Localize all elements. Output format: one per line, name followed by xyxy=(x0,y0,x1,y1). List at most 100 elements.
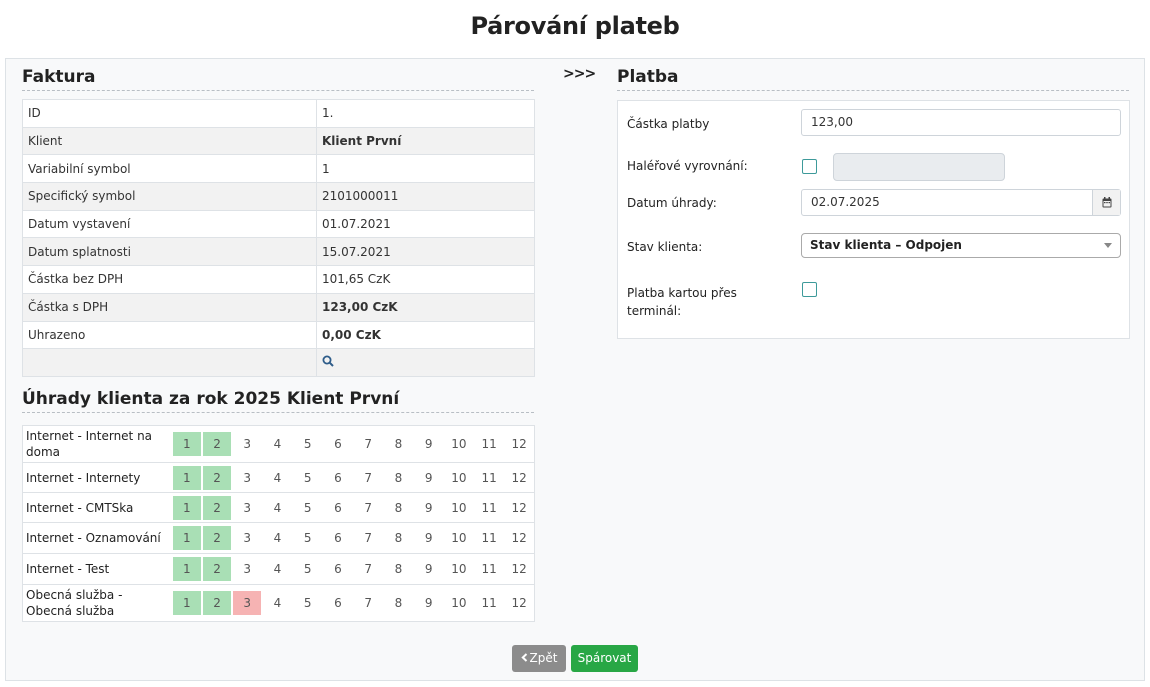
month-none: 3 xyxy=(243,437,252,451)
main-panel: Faktura >>> Platba ID 1. Klient Klient P… xyxy=(5,58,1145,681)
card-label-line1: Platba kartou přes xyxy=(627,286,737,300)
month-cell: 10 xyxy=(443,584,474,622)
month-none: 4 xyxy=(273,437,282,451)
table-row: Uhrazeno 0,00 CzK xyxy=(22,320,535,350)
amount-input[interactable]: 123,00 xyxy=(801,109,1121,136)
row-value: 2101000011 xyxy=(316,182,535,211)
month-none: 8 xyxy=(394,500,403,515)
month-paid: 2 xyxy=(202,465,232,490)
month-none: 4 xyxy=(273,596,282,610)
month-cell: 5 xyxy=(292,553,323,585)
month-cell: 2 xyxy=(201,462,233,493)
month-cell: 11 xyxy=(474,553,505,585)
card-checkbox[interactable] xyxy=(802,282,817,297)
search-icon[interactable] xyxy=(322,355,334,370)
month-none: 12 xyxy=(511,500,527,515)
pair-button[interactable]: Spárovat xyxy=(571,645,638,672)
month-cell: 3 xyxy=(232,462,263,493)
month-none: 6 xyxy=(334,437,342,451)
month-cell: 8 xyxy=(383,553,414,585)
month-cell: 11 xyxy=(474,522,505,554)
service-name: Internet - Internet na doma xyxy=(22,425,172,463)
month-cell: 3 xyxy=(232,522,263,554)
month-cell: 6 xyxy=(322,522,354,554)
month-cell: 12 xyxy=(504,492,535,523)
rounding-label: Haléřové vyrovnání: xyxy=(627,159,748,173)
month-cell: 11 xyxy=(474,584,505,622)
month-paid: 1 xyxy=(172,526,201,550)
client-link[interactable]: Klient První xyxy=(316,126,535,156)
month-none: 6 xyxy=(334,562,342,576)
month-cell: 8 xyxy=(383,522,414,554)
month-none: 12 xyxy=(511,562,527,576)
month-cell: 12 xyxy=(504,522,535,554)
month-none: 5 xyxy=(303,437,312,451)
table-row: Částka bez DPH 101,65 CzK xyxy=(22,265,535,294)
month-none: 4 xyxy=(273,531,282,545)
row-label: Částka s DPH xyxy=(22,292,317,322)
month-cell: 6 xyxy=(322,492,354,523)
date-input[interactable]: 02.07.2025 xyxy=(801,189,1121,216)
platba-title: Platba xyxy=(617,67,1129,91)
month-cell: 9 xyxy=(413,462,444,493)
month-cell: 7 xyxy=(353,492,384,523)
month-cell: 1 xyxy=(171,522,202,554)
month-cell: 12 xyxy=(504,553,535,585)
table-row: Internet - Internety 1 2 3 4 5 6 7 8 9 10 11 12 xyxy=(22,462,535,493)
month-none: 7 xyxy=(364,531,372,545)
month-none: 9 xyxy=(424,531,433,545)
month-cell: 4 xyxy=(262,522,293,554)
table-row: Klient Klient První xyxy=(22,126,535,156)
month-none: 12 xyxy=(511,470,527,485)
chevron-left-icon xyxy=(520,645,528,672)
month-cell: 4 xyxy=(262,553,293,585)
month-cell: 9 xyxy=(413,584,444,622)
chevron-down-icon xyxy=(1104,243,1112,248)
month-cell: 12 xyxy=(504,425,535,463)
row-value: 1 xyxy=(316,154,535,184)
client-state-select[interactable]: Stav klienta – Odpojen xyxy=(801,233,1121,258)
empty-cell xyxy=(22,348,317,377)
rounding-input xyxy=(833,153,1005,181)
month-none: 8 xyxy=(394,562,403,576)
month-cell: 9 xyxy=(413,492,444,523)
row-label: Specifický symbol xyxy=(22,182,317,211)
month-cell: 1 xyxy=(171,553,202,585)
month-cell: 12 xyxy=(504,462,535,493)
row-value: 1. xyxy=(316,99,535,128)
row-value: 01.07.2021 xyxy=(316,209,535,239)
month-cell: 5 xyxy=(292,492,323,523)
month-none: 8 xyxy=(394,596,403,610)
month-none: 4 xyxy=(273,562,282,576)
month-cell: 2 xyxy=(201,553,233,585)
month-none: 11 xyxy=(481,437,497,451)
month-cell: 6 xyxy=(322,553,354,585)
invoice-table: ID 1. Klient Klient První Variabilní sym… xyxy=(22,99,535,377)
month-none: 10 xyxy=(451,562,467,576)
month-paid: 2 xyxy=(202,495,232,520)
back-button[interactable]: Zpět xyxy=(512,645,566,672)
month-cell: 8 xyxy=(383,462,414,493)
month-none: 3 xyxy=(243,500,252,515)
month-unpaid: 3 xyxy=(233,591,262,615)
month-cell: 11 xyxy=(474,492,505,523)
month-none: 10 xyxy=(451,531,467,545)
month-cell: 5 xyxy=(292,522,323,554)
month-none: 11 xyxy=(481,470,497,485)
month-cell: 7 xyxy=(353,584,384,622)
month-cell: 4 xyxy=(262,492,293,523)
rounding-checkbox[interactable] xyxy=(802,159,817,174)
table-row: Datum splatnosti 15.07.2021 xyxy=(22,237,535,267)
table-row: Datum vystavení 01.07.2021 xyxy=(22,209,535,239)
month-none: 5 xyxy=(303,562,312,576)
card-label-line2: terminál: xyxy=(627,304,682,318)
table-row: Obecná služba - Obecná služba 1 2 3 4 5 6 7 8 9 10… xyxy=(22,584,535,622)
month-cell: 3 xyxy=(232,584,263,622)
calendar-icon[interactable] xyxy=(1092,190,1120,215)
month-none: 7 xyxy=(364,437,372,451)
back-label: Zpět xyxy=(529,651,558,665)
month-paid: 1 xyxy=(172,465,201,490)
month-none: 7 xyxy=(364,470,372,485)
month-paid: 2 xyxy=(202,557,232,581)
month-cell: 7 xyxy=(353,522,384,554)
